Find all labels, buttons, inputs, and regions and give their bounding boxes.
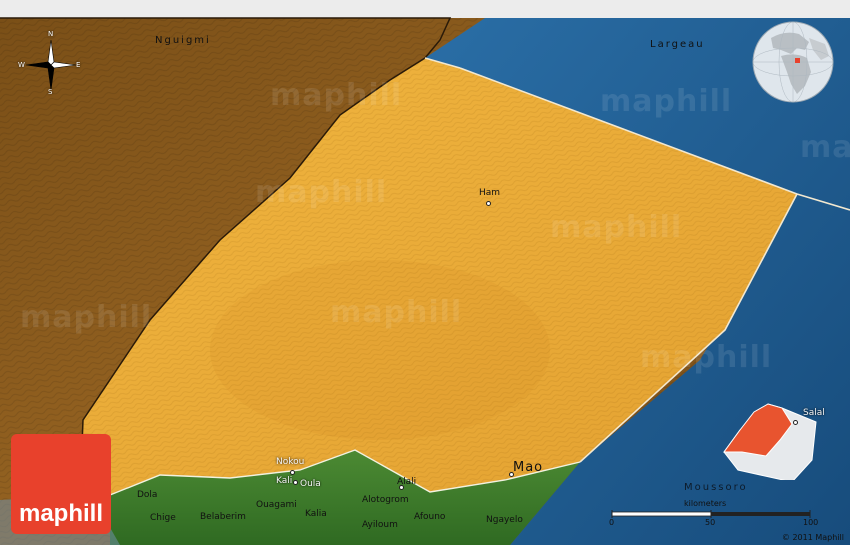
compass-s: S: [48, 88, 53, 96]
copyright-text: © 2011 Maphill: [781, 533, 844, 542]
maphill-logo-text: maphill: [18, 500, 103, 527]
place-label-ngayelo: Ngayelo: [486, 515, 523, 525]
place-label-chige: Chige: [150, 513, 176, 523]
compass-n: N: [48, 30, 54, 38]
watermark: maphill: [270, 78, 403, 113]
globe-locator-icon: [752, 21, 834, 103]
scale-tick-50: 50: [705, 518, 716, 527]
compass-e: E: [76, 61, 81, 69]
town-marker: [793, 420, 798, 425]
scale-tick-100: 100: [803, 518, 819, 527]
watermark: maphill: [800, 130, 850, 165]
place-label-mao: Mao: [513, 460, 544, 475]
scale-unit: kilometers: [684, 499, 727, 508]
watermark: maphill: [255, 175, 388, 210]
map-view[interactable]: maphill maphill maphill maphill maphill …: [0, 0, 850, 545]
place-label-alotogrom: Alotogrom: [362, 495, 409, 505]
compass-rose: N S W E: [18, 30, 84, 96]
place-label-oula: Oula: [300, 479, 321, 489]
watermark: maphill: [640, 340, 773, 375]
place-label-ayiloum: Ayiloum: [362, 520, 398, 530]
scale-bar: kilometers 0 50 100: [600, 490, 830, 530]
place-label-afouno: Afouno: [414, 512, 446, 522]
place-label-kali: Kali: [276, 476, 293, 486]
maphill-logo[interactable]: maphill: [11, 434, 111, 534]
place-label-ham: Ham: [479, 188, 501, 198]
place-label-dola: Dola: [137, 490, 158, 500]
town-marker: [290, 470, 295, 475]
scale-tick-0: 0: [609, 518, 615, 527]
watermark: maphill: [20, 300, 153, 335]
watermark: maphill: [600, 84, 733, 119]
watermark: maphill: [330, 295, 463, 330]
place-label-ouagami: Ouagami: [256, 500, 297, 510]
place-label-kalia: Kalia: [305, 509, 327, 519]
compass-w: W: [18, 61, 25, 69]
town-marker: [486, 201, 491, 206]
place-label-alali: Alali: [397, 477, 417, 487]
compass-icon: [25, 39, 77, 91]
place-label-largeau: Largeau: [650, 39, 705, 50]
place-label-nokou: Nokou: [276, 457, 305, 467]
place-label-salal: Salal: [803, 408, 825, 418]
place-label-belaberim: Belaberim: [200, 512, 246, 522]
watermark: maphill: [550, 210, 683, 245]
place-label-nguigmi: Nguigmi: [155, 35, 211, 46]
town-marker: [293, 480, 298, 485]
